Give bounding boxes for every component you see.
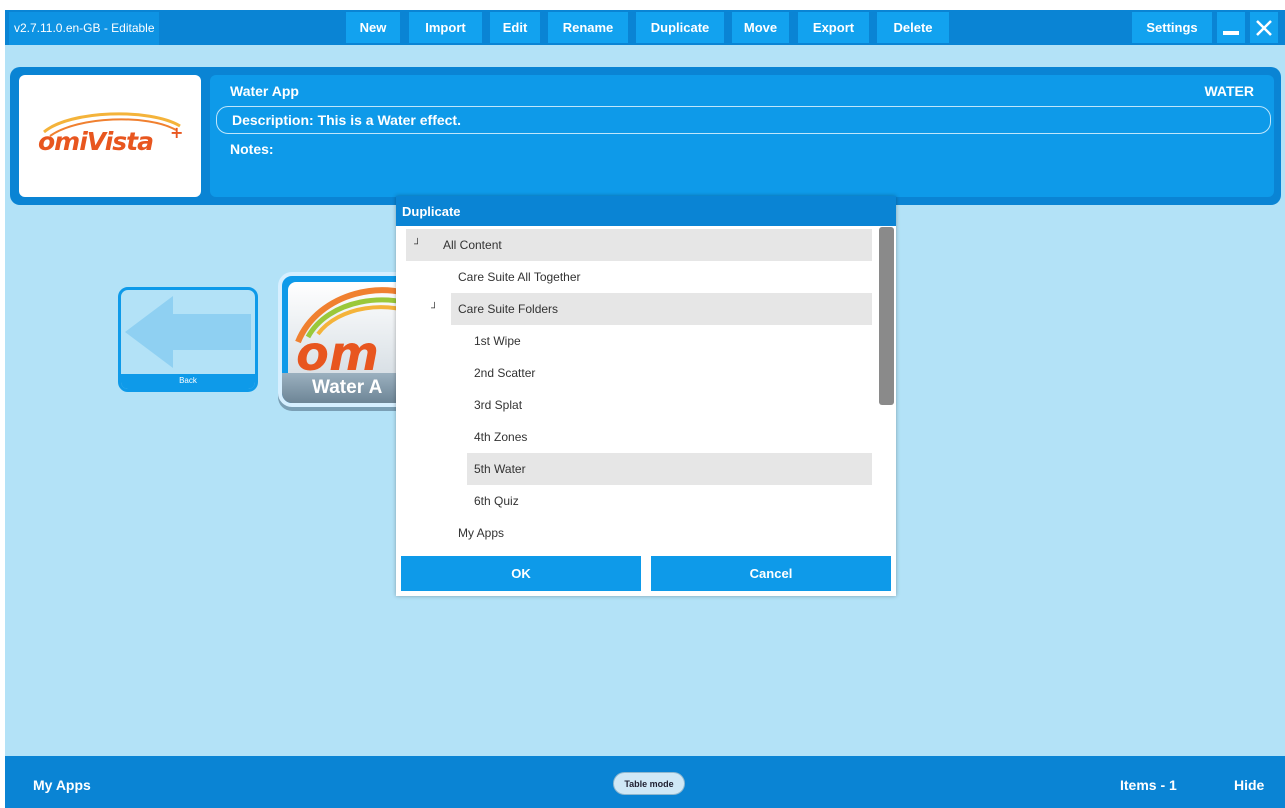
app-logo: omiVista + (19, 75, 201, 197)
dialog-title: Duplicate (396, 196, 896, 226)
description-field[interactable]: Description: This is a Water effect. (216, 106, 1271, 134)
svg-text:om: om (296, 326, 379, 372)
app-details: Water App WATER Description: This is a W… (210, 75, 1274, 197)
tree-item-label: 1st Wipe (474, 334, 521, 348)
app-title: Water App (230, 83, 299, 99)
app-code: WATER (1204, 83, 1254, 99)
tree-item-2nd-scatter[interactable]: 2nd Scatter (466, 357, 872, 389)
tree-item-label: 3rd Splat (474, 398, 523, 412)
tree-item-label: Care Suite All Together (458, 270, 581, 284)
rename-button[interactable]: Rename (548, 12, 628, 43)
cancel-button[interactable]: Cancel (651, 556, 891, 591)
ok-button[interactable]: OK (401, 556, 641, 591)
tree-scrollbar[interactable] (879, 227, 894, 405)
edit-button[interactable]: Edit (490, 12, 540, 43)
minimize-icon (1223, 30, 1239, 35)
item-count: Items - 1 (1120, 777, 1177, 793)
omivista-logo-icon: omiVista + (38, 112, 183, 156)
tree-item-label: 5th Water (474, 462, 526, 476)
status-bar: My Apps Table mode Items - 1 Hide (5, 756, 1285, 808)
tree-item-6th-quiz[interactable]: 6th Quiz (466, 485, 872, 517)
tree-item-label: Care Suite Folders (458, 302, 559, 316)
collapse-icon[interactable]: ┘ (414, 229, 421, 261)
current-folder-label: My Apps (33, 777, 91, 793)
import-button[interactable]: Import (409, 12, 482, 43)
svg-text:omiVista: omiVista (38, 127, 153, 156)
tree-item-label: All Content (443, 238, 502, 252)
tree-item-3rd-splat[interactable]: 3rd Splat (466, 389, 872, 421)
back-tile[interactable]: Back (118, 287, 258, 392)
folder-tree: ┘ All Content Care Suite All Together ┘ … (396, 226, 896, 548)
duplicate-button[interactable]: Duplicate (636, 12, 724, 43)
export-button[interactable]: Export (798, 12, 869, 43)
settings-button[interactable]: Settings (1132, 12, 1212, 43)
tree-item-1st-wipe[interactable]: 1st Wipe (466, 325, 872, 357)
tree-item-label: 6th Quiz (474, 494, 519, 508)
app-info-panel: omiVista + Water App WATER Description: … (10, 67, 1281, 205)
tree-item-care-suite-folders[interactable]: ┘ Care Suite Folders (431, 293, 872, 325)
tree-item-label: My Apps (458, 526, 505, 540)
table-mode-toggle[interactable]: Table mode (613, 772, 685, 795)
tree-item-care-suite-all-together[interactable]: Care Suite All Together (436, 261, 872, 293)
tree-item-all-content[interactable]: ┘ All Content (406, 229, 872, 261)
close-button[interactable] (1250, 12, 1278, 43)
top-toolbar: v2.7.11.0.en-GB - Editable New Import Ed… (5, 10, 1285, 45)
svg-text:+: + (170, 123, 183, 142)
duplicate-dialog: Duplicate ┘ All Content Care Suite All T… (396, 196, 896, 596)
tree-item-5th-water[interactable]: 5th Water (467, 453, 872, 485)
app-window: v2.7.11.0.en-GB - Editable New Import Ed… (5, 10, 1285, 808)
tree-item-4th-zones[interactable]: 4th Zones (466, 421, 872, 453)
tree-item-label: 4th Zones (474, 430, 528, 444)
new-button[interactable]: New (346, 12, 400, 43)
notes-field[interactable]: Notes: (230, 141, 274, 157)
minimize-button[interactable] (1217, 12, 1245, 43)
version-label: v2.7.11.0.en-GB - Editable (9, 12, 159, 45)
back-label: Back (121, 374, 255, 389)
close-icon (1256, 19, 1272, 36)
tree-item-label: 2nd Scatter (474, 366, 536, 380)
tree-item-my-apps[interactable]: My Apps (436, 517, 872, 548)
collapse-icon[interactable]: ┘ (431, 293, 438, 325)
back-arrow-icon (125, 296, 251, 368)
delete-button[interactable]: Delete (877, 12, 949, 43)
move-button[interactable]: Move (732, 12, 789, 43)
hide-button[interactable]: Hide (1234, 777, 1264, 793)
